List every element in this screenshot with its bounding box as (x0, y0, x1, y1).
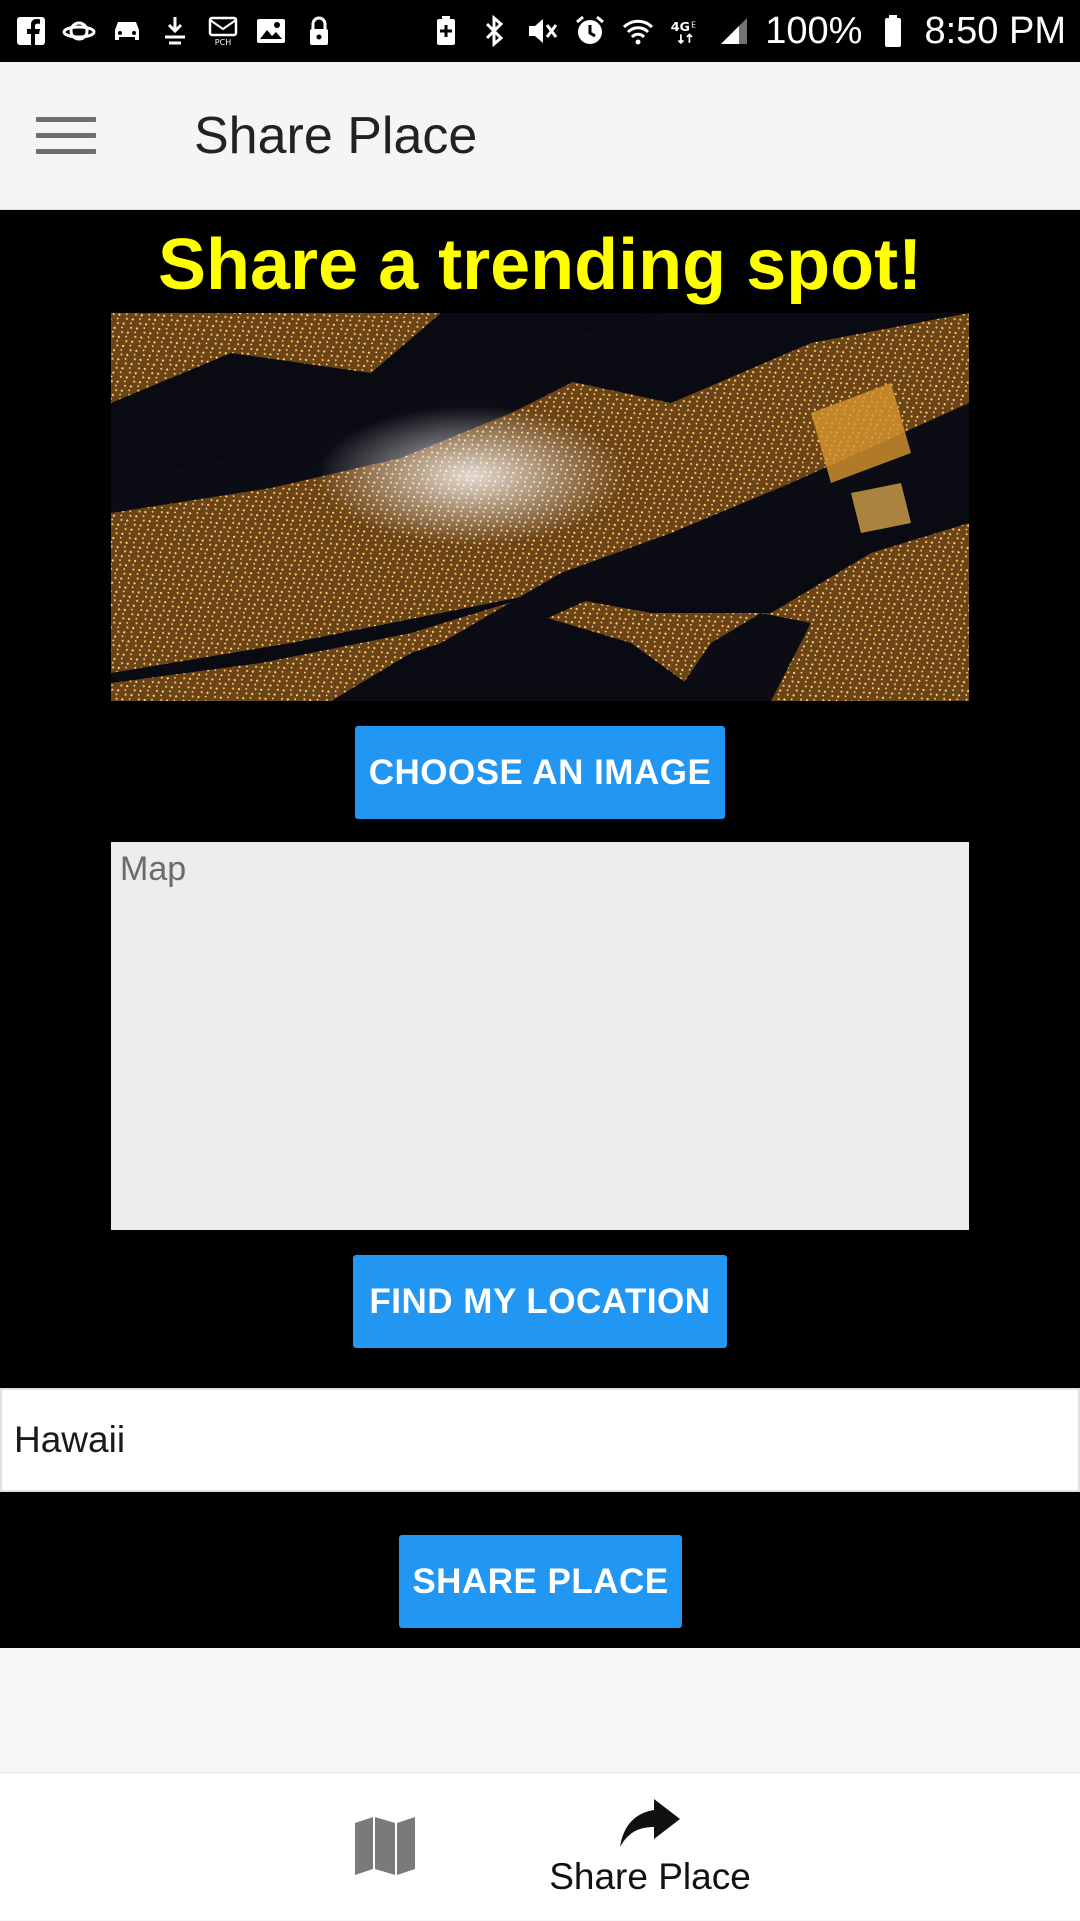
tab-find-place[interactable] (330, 1773, 440, 1921)
choose-image-button[interactable]: CHOOSE AN IMAGE (355, 726, 725, 819)
facebook-icon (14, 14, 48, 48)
image-icon (254, 14, 288, 48)
map-placeholder[interactable]: Map (111, 842, 969, 1230)
car-icon (110, 14, 144, 48)
battery-icon (876, 14, 910, 48)
battery-percent: 100% (765, 9, 863, 52)
menu-line (36, 133, 96, 138)
app-bar: Share Place (0, 62, 1080, 210)
find-my-location-button[interactable]: FIND MY LOCATION (353, 1255, 727, 1348)
menu-line (36, 149, 96, 154)
svg-text:E: E (691, 21, 696, 30)
lte-icon: 4G E (669, 14, 703, 48)
svg-text:4G: 4G (671, 20, 690, 35)
svg-text:PCH: PCH (215, 38, 231, 47)
battery-saver-icon (429, 14, 463, 48)
wifi-icon (621, 14, 655, 48)
map-label: Map (120, 850, 187, 888)
page-title: Share Place (194, 106, 478, 165)
pch-icon: PCH (206, 14, 240, 48)
status-bar: PCH 4G E 100% 8:50 PM (0, 0, 1080, 62)
status-bar-left: PCH (14, 14, 336, 48)
signal-icon (717, 14, 751, 48)
lock-icon (302, 14, 336, 48)
alarm-icon (573, 14, 607, 48)
gesture-icon (158, 14, 192, 48)
image-preview (111, 313, 969, 701)
clock: 8:50 PM (924, 9, 1066, 52)
headline: Share a trending spot! (157, 225, 923, 305)
share-place-form: Share a trending spot! CHOOSE AN IMAGE M… (0, 210, 1080, 1648)
share-place-button[interactable]: SHARE PLACE (399, 1535, 682, 1628)
hamburger-menu-icon[interactable] (36, 99, 110, 173)
city-photo (111, 313, 969, 701)
tab-share-place[interactable]: Share Place (540, 1773, 760, 1921)
map-icon (352, 1813, 418, 1882)
mute-icon (525, 14, 559, 48)
share-arrow-icon (618, 1797, 682, 1854)
bottom-tab-bar: Share Place (0, 1772, 1080, 1920)
saturn-icon (62, 14, 96, 48)
bluetooth-icon (477, 14, 511, 48)
place-name-input[interactable]: Hawaii (0, 1388, 1080, 1492)
tab-label: Share Place (549, 1855, 751, 1897)
status-bar-right: 4G E 100% 8:50 PM (429, 10, 1066, 53)
menu-line (36, 117, 96, 122)
